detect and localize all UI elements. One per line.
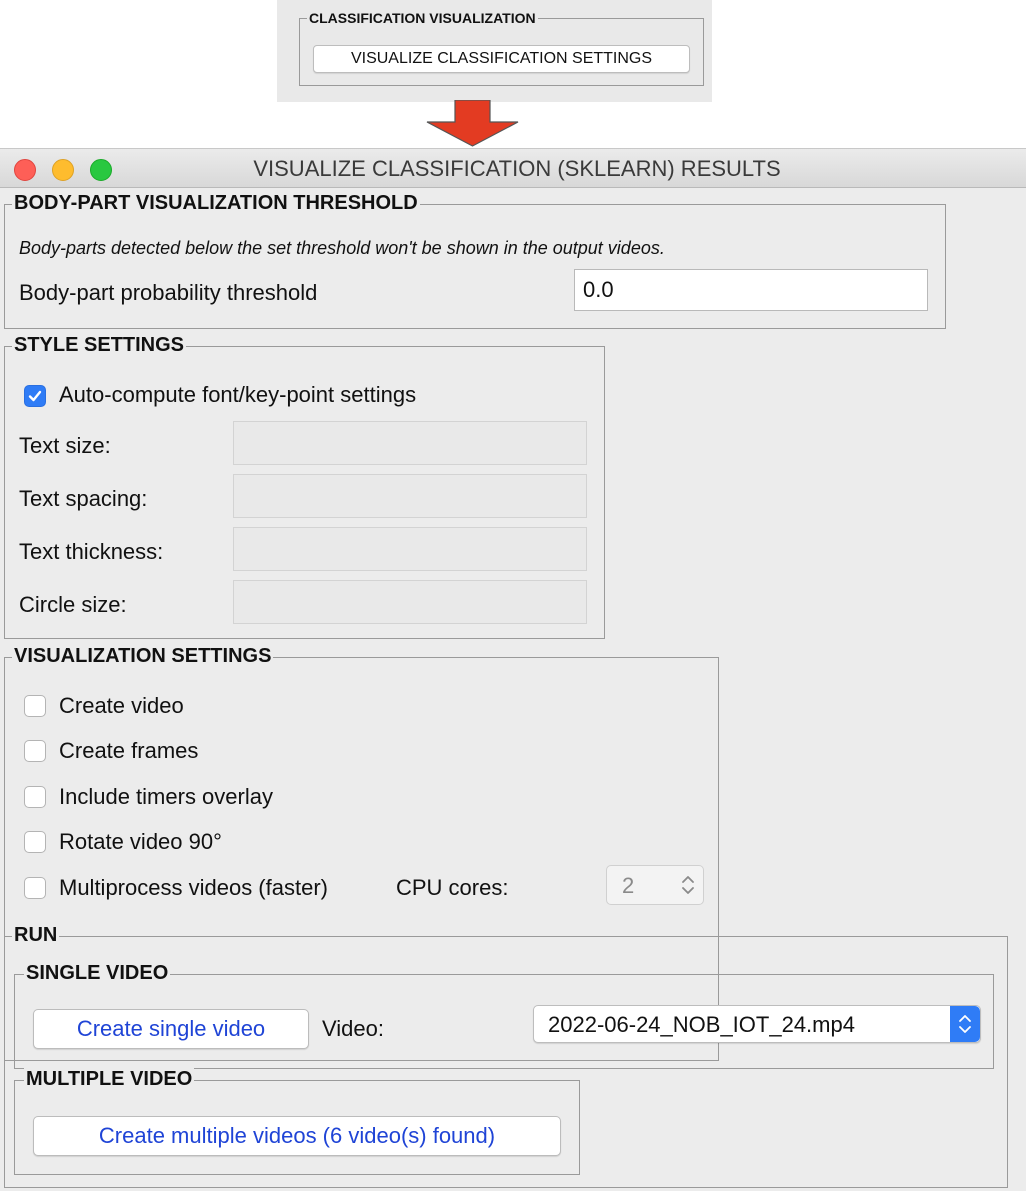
include-timers-label: Include timers overlay <box>59 784 273 809</box>
text-size-input[interactable] <box>233 421 587 465</box>
classification-visualization-snippet: CLASSIFICATION VISUALIZATION VISUALIZE C… <box>277 0 712 102</box>
multiprocess-checkbox[interactable] <box>24 877 46 899</box>
title-bar: VISUALIZE CLASSIFICATION (SKLEARN) RESUL… <box>0 149 1026 188</box>
select-arrows-button[interactable] <box>950 1006 980 1042</box>
visualization-settings-title: VISUALIZATION SETTINGS <box>12 645 274 667</box>
run-title: RUN <box>12 924 60 946</box>
threshold-note: Body-parts detected below the set thresh… <box>19 238 665 258</box>
circle-size-label: Circle size: <box>19 592 127 617</box>
create-single-video-button[interactable]: Create single video <box>33 1009 309 1049</box>
text-thickness-label: Text thickness: <box>19 539 164 564</box>
visualize-classification-window: VISUALIZE CLASSIFICATION (SKLEARN) RESUL… <box>0 148 1026 1191</box>
threshold-frame-title: BODY-PART VISUALIZATION THRESHOLD <box>12 192 420 214</box>
cpu-cores-spinbox[interactable]: 2 <box>606 865 704 905</box>
video-label: Video: <box>322 1016 384 1041</box>
video-select-value: 2022-06-24_NOB_IOT_24.mp4 <box>548 1012 855 1037</box>
window-title: VISUALIZE CLASSIFICATION (SKLEARN) RESUL… <box>253 156 781 181</box>
checkmark-icon <box>28 390 42 402</box>
rotate-video-checkbox[interactable] <box>24 831 46 853</box>
multiprocess-label: Multiprocess videos (faster) <box>59 875 328 900</box>
single-video-title: SINGLE VIDEO <box>24 962 171 984</box>
chevron-up-down-icon <box>959 1015 971 1033</box>
text-spacing-input[interactable] <box>233 474 587 518</box>
multiple-video-title: MULTIPLE VIDEO <box>24 1068 195 1090</box>
create-video-checkbox[interactable] <box>24 695 46 717</box>
cpu-cores-label: CPU cores: <box>396 875 509 900</box>
auto-compute-checkbox[interactable] <box>24 385 46 407</box>
threshold-label: Body-part probability threshold <box>19 280 318 305</box>
spinner-arrows-icon[interactable] <box>681 875 695 895</box>
text-spacing-label: Text spacing: <box>19 486 148 511</box>
visualize-classification-settings-button[interactable]: VISUALIZE CLASSIFICATION SETTINGS <box>313 45 690 73</box>
rotate-video-label: Rotate video 90° <box>59 829 222 854</box>
down-arrow-icon <box>426 100 519 147</box>
create-video-label: Create video <box>59 693 184 718</box>
threshold-input[interactable]: 0.0 <box>574 269 928 311</box>
create-frames-checkbox[interactable] <box>24 740 46 762</box>
create-multiple-videos-button[interactable]: Create multiple videos (6 video(s) found… <box>33 1116 561 1156</box>
style-settings-title: STYLE SETTINGS <box>12 334 187 356</box>
create-frames-label: Create frames <box>59 738 199 763</box>
auto-compute-label: Auto-compute font/key-point settings <box>59 382 417 407</box>
include-timers-checkbox[interactable] <box>24 786 46 808</box>
circle-size-input[interactable] <box>233 580 587 624</box>
video-select[interactable]: 2022-06-24_NOB_IOT_24.mp4 <box>533 1005 981 1043</box>
text-thickness-input[interactable] <box>233 527 587 571</box>
cpu-cores-value: 2 <box>622 873 635 898</box>
text-size-label: Text size: <box>19 433 111 458</box>
classification-visualization-title: CLASSIFICATION VISUALIZATION <box>307 10 538 26</box>
